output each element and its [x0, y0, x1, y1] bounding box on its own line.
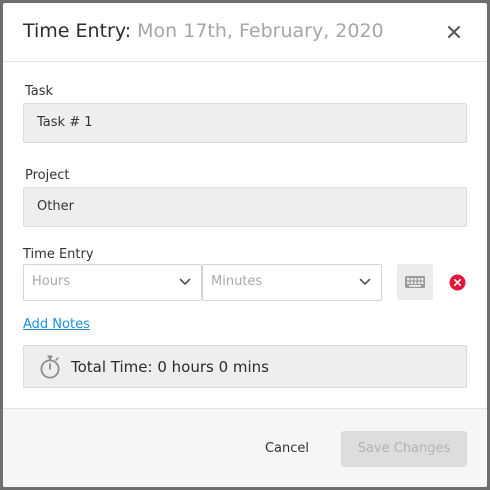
task-field[interactable]: Task # 1: [23, 103, 467, 143]
project-field[interactable]: Other: [23, 187, 467, 227]
hours-select[interactable]: Hours: [23, 264, 202, 301]
task-label: Task: [25, 84, 54, 99]
project-label: Project: [25, 168, 70, 183]
close-icon: [448, 26, 460, 38]
keyboard-icon: [405, 276, 425, 288]
dialog-header: Time Entry: Mon 17th, February, 2020: [3, 3, 487, 62]
cancel-button[interactable]: Cancel: [251, 437, 323, 461]
dialog-footer: Cancel Save Changes: [3, 408, 487, 487]
keyboard-button[interactable]: [397, 264, 433, 300]
total-time-text: Total Time: 0 hours 0 mins: [71, 358, 269, 376]
remove-time-entry-button[interactable]: [449, 274, 466, 291]
save-changes-button[interactable]: Save Changes: [341, 431, 467, 467]
stopwatch-icon: [40, 355, 60, 379]
total-time-box: Total Time: 0 hours 0 mins: [23, 345, 467, 388]
dialog-title: Time Entry: Mon 17th, February, 2020: [23, 20, 384, 42]
chevron-down-icon: [179, 278, 191, 285]
dialog-title-date: Mon 17th, February, 2020: [137, 20, 384, 42]
time-entry-dialog: Time Entry: Mon 17th, February, 2020 Tas…: [3, 3, 487, 487]
minutes-select[interactable]: Minutes: [202, 264, 382, 301]
time-entry-label: Time Entry: [23, 247, 94, 262]
add-notes-link[interactable]: Add Notes: [23, 317, 90, 332]
hours-placeholder: Hours: [32, 274, 71, 289]
dialog-title-label: Time Entry:: [23, 20, 132, 42]
chevron-down-icon: [359, 278, 371, 285]
minutes-placeholder: Minutes: [211, 274, 263, 289]
close-button[interactable]: [443, 21, 465, 43]
remove-circle-icon: [449, 274, 466, 291]
